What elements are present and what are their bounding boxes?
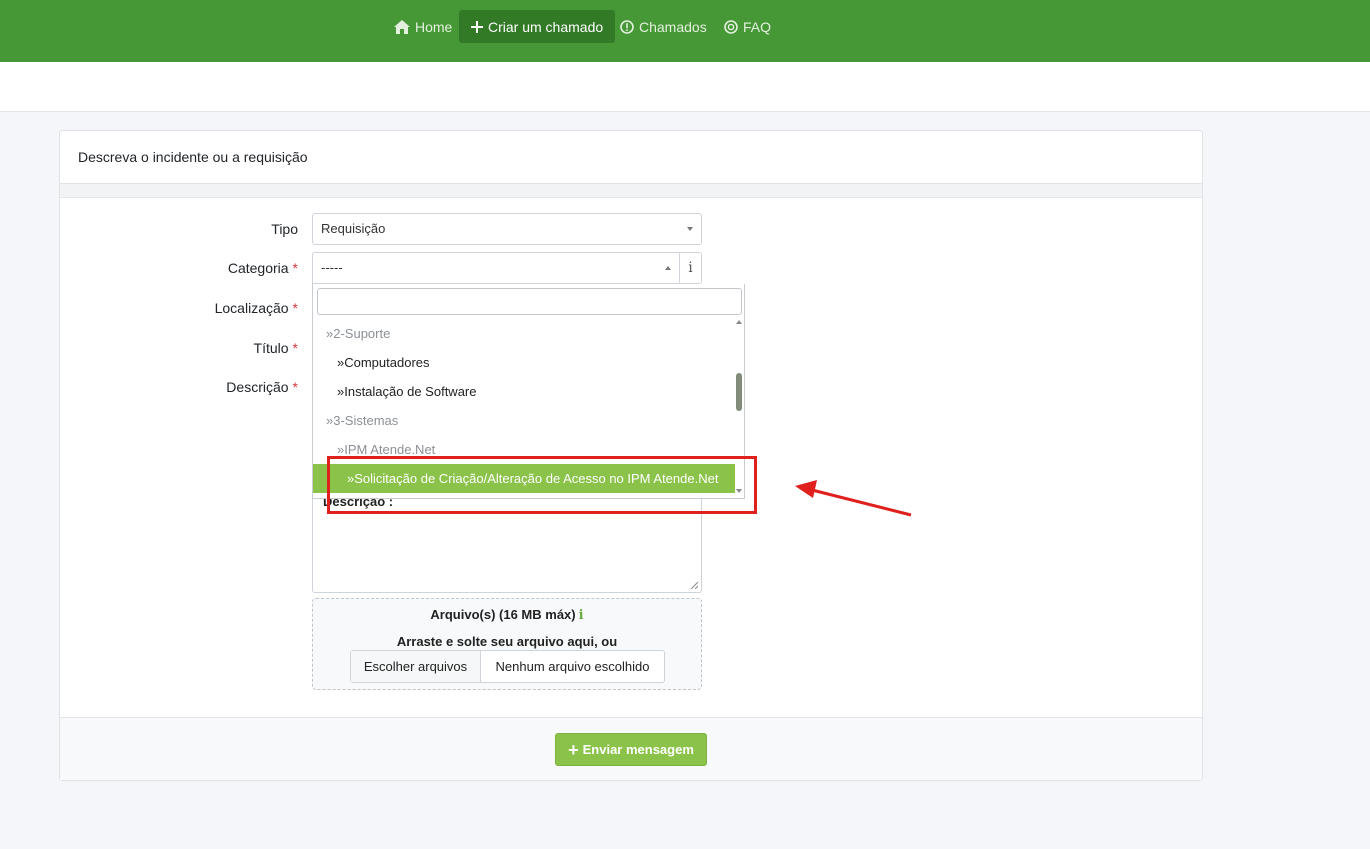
nav-faq-label: FAQ	[743, 18, 772, 35]
chevron-down-icon	[687, 227, 693, 231]
upload-info-icon[interactable]: i	[579, 608, 584, 623]
annotation-arrow-icon	[795, 480, 912, 517]
dropdown-option[interactable]: »3-Sistemas	[313, 406, 735, 435]
tipo-label: Tipo	[98, 221, 298, 237]
nav-create-ticket[interactable]: Criar um chamado	[459, 10, 616, 43]
card-subband	[60, 184, 1202, 198]
descricao-label: Descrição *	[98, 379, 298, 395]
nav-create-label: Criar um chamado	[488, 18, 604, 35]
plus-icon: +	[568, 739, 579, 760]
required-mark: *	[292, 340, 298, 356]
top-navbar: Home Criar um chamado Chamados FAQ	[0, 0, 1370, 62]
localizacao-label-text: Localização	[214, 300, 289, 316]
dropdown-search-input[interactable]	[317, 288, 742, 315]
nav-tickets-label: Chamados	[639, 18, 707, 35]
alert-circle-icon	[620, 19, 634, 34]
dropdown-option[interactable]: »2-Suporte	[313, 319, 735, 348]
plus-icon	[471, 20, 483, 33]
send-message-label: Enviar mensagem	[582, 742, 694, 757]
categoria-label-text: Categoria	[227, 260, 289, 276]
localizacao-label: Localização *	[98, 300, 298, 316]
file-status: Nenhum arquivo escolhido	[495, 659, 650, 674]
descricao-label-text: Descrição	[226, 379, 289, 395]
scroll-up-icon[interactable]	[736, 320, 742, 324]
tipo-select[interactable]: Requisição	[312, 213, 702, 245]
file-input[interactable]: Escolher arquivos Nenhum arquivo escolhi…	[350, 650, 665, 683]
dropdown-scrollbar-thumb[interactable]	[736, 373, 742, 411]
annotation-highlight-box	[327, 456, 757, 514]
categoria-select-value: -----	[321, 260, 343, 275]
nav-home-label: Home	[415, 18, 453, 35]
upload-title-text: Arquivo(s) (16 MB máx)	[430, 607, 576, 622]
upload-title: Arquivo(s) (16 MB máx) i	[313, 607, 701, 623]
titulo-label: Título *	[98, 340, 298, 356]
sub-header-bar	[0, 62, 1370, 112]
categoria-select[interactable]: -----	[312, 252, 680, 284]
resize-handle-icon[interactable]	[690, 581, 698, 589]
choose-files-button[interactable]: Escolher arquivos	[351, 651, 481, 682]
categoria-label: Categoria *	[98, 260, 298, 276]
send-message-button[interactable]: + Enviar mensagem	[555, 733, 707, 766]
lifebuoy-icon	[724, 19, 738, 34]
dropdown-option[interactable]: »Computadores	[313, 348, 735, 377]
home-icon	[394, 19, 410, 34]
card-header: Descreva o incidente ou a requisição	[60, 131, 1202, 184]
nav-tickets[interactable]: Chamados	[608, 10, 719, 43]
nav-home[interactable]: Home	[382, 10, 464, 43]
chevron-up-icon	[665, 266, 671, 270]
dropdown-option[interactable]: »Instalação de Software	[313, 377, 735, 406]
upload-drag-text: Arraste e solte seu arquivo aqui, ou	[396, 634, 618, 649]
required-mark: *	[292, 260, 298, 276]
titulo-label-text: Título	[253, 340, 289, 356]
tipo-label-text: Tipo	[271, 221, 298, 237]
required-mark: *	[292, 300, 298, 316]
required-mark: *	[292, 379, 298, 395]
categoria-info-icon[interactable]: i	[679, 252, 702, 284]
file-dropzone[interactable]: Arquivo(s) (16 MB máx) i Arraste e solte …	[312, 598, 702, 690]
nav-faq[interactable]: FAQ	[712, 10, 783, 43]
tipo-select-value: Requisição	[321, 221, 386, 236]
